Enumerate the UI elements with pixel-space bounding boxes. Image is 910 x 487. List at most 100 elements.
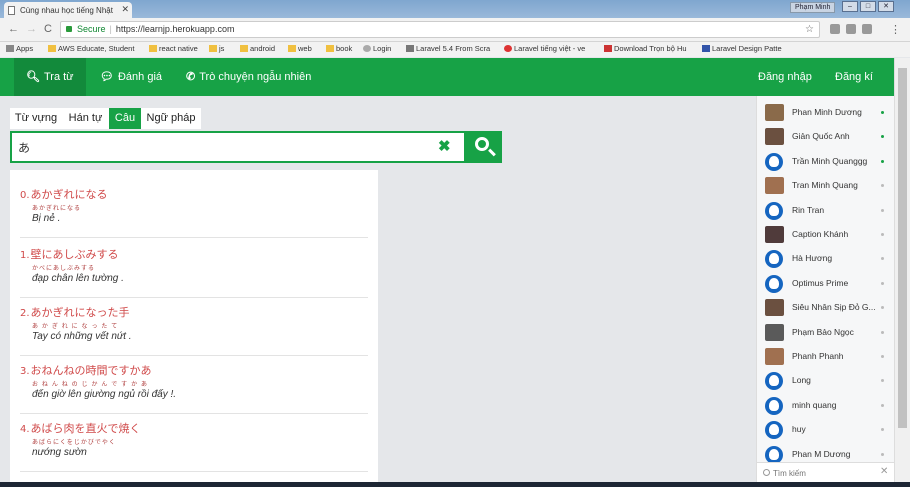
page-icon	[8, 6, 15, 15]
user-item[interactable]: Rin Tran	[757, 198, 894, 222]
avatar	[765, 421, 783, 440]
avatar	[765, 323, 784, 341]
tab-title: Cùng nhau học tiếng Nhật	[20, 6, 113, 15]
avatar	[765, 128, 784, 146]
star-icon[interactable]: ☆	[805, 22, 814, 37]
close-tab-icon[interactable]: ✕	[121, 4, 129, 15]
scrollbar-thumb[interactable]	[898, 68, 907, 428]
maximize-icon[interactable]: □	[860, 1, 876, 12]
avatar	[765, 445, 783, 464]
user-name: Phan M Dương	[792, 448, 851, 459]
tab-vocabulary[interactable]: Từ vựng	[10, 108, 62, 129]
user-item[interactable]: Optimus Prime	[757, 271, 894, 295]
list-item[interactable]: 3.おねんねの時間ですかあ お ね ん ね の じ か ん で す か あ đế…	[20, 362, 368, 414]
tab-sentence[interactable]: Câu	[109, 108, 141, 129]
title-bar: Cùng nhau học tiếng Nhật ✕ Phạm Minh – □…	[0, 0, 910, 18]
user-name: Siêu Nhân Sịp Đỏ G...	[792, 302, 876, 313]
search-input[interactable]	[18, 138, 418, 156]
bookmark-item[interactable]: web	[288, 44, 312, 53]
user-item[interactable]: minh quang	[757, 393, 894, 417]
user-name: huy	[792, 424, 806, 435]
bookmark-item[interactable]: Laravel 5.4 From Scra	[406, 44, 490, 53]
avatar	[765, 152, 783, 171]
list-item[interactable]: 4.あばら肉を直火で焼く あばらにくをじかびでやく nướng sườn	[20, 420, 368, 472]
nav-random-chat[interactable]: ✆ Trò chuyện ngẫu nhiên	[186, 58, 311, 96]
user-item[interactable]: Caption Khánh	[757, 222, 894, 246]
bookmark-item[interactable]: Download Trọn bộ Hu	[604, 44, 687, 53]
bookmark-item[interactable]: Apps	[6, 44, 33, 53]
login-link[interactable]: Đăng nhập	[758, 58, 812, 96]
nav-review[interactable]: 💬︎ Đánh giá	[100, 58, 162, 96]
user-name: Giản Quốc Anh	[792, 131, 850, 142]
avatar	[765, 372, 783, 391]
status-dot	[881, 379, 884, 383]
user-item[interactable]: Phan Minh Dương	[757, 100, 894, 124]
user-search-input[interactable]	[773, 467, 873, 479]
avatar	[765, 299, 784, 317]
menu-icon[interactable]: ⋮	[890, 23, 901, 36]
close-window-icon[interactable]: ✕	[878, 1, 894, 12]
bookmark-item[interactable]: js	[209, 44, 224, 53]
avatar	[765, 226, 784, 243]
list-item[interactable]: 1.壁にあしぶみする かべにあしぶみする đạp chân lên tường …	[20, 246, 368, 298]
clear-icon[interactable]: ✖	[438, 137, 451, 155]
search-icon: 🔍︎	[26, 71, 40, 83]
reload-icon[interactable]: C	[44, 23, 52, 35]
user-item[interactable]: Phạm Bảo Ngọc	[757, 320, 894, 344]
user-item[interactable]: Tran Minh Quang	[757, 173, 894, 197]
user-name: Optimus Prime	[792, 277, 849, 288]
list-item[interactable]: 0.あかぎれになる あかぎれになる Bị nẻ .	[20, 186, 368, 238]
lock-icon	[66, 26, 72, 32]
results-list: 0.あかぎれになる あかぎれになる Bị nẻ . 1.壁にあしぶみする かべに…	[10, 170, 378, 487]
user-item[interactable]: Siêu Nhân Sịp Đỏ G...	[757, 295, 894, 319]
search-button[interactable]	[466, 131, 502, 163]
profile-chip[interactable]: Phạm Minh	[790, 2, 836, 13]
minimize-icon[interactable]: –	[842, 1, 858, 12]
user-name: Rin Tran	[792, 204, 825, 215]
address-bar: ← → C Secure | https://learnjp.herokuapp.c…	[0, 18, 910, 42]
page-scrollbar[interactable]	[894, 58, 910, 487]
user-name: Trần Minh Quanggg	[792, 155, 868, 166]
bookmark-item[interactable]: react native	[149, 44, 198, 53]
user-item[interactable]: Hà Hương	[757, 246, 894, 270]
forward-icon[interactable]: →	[26, 23, 37, 35]
list-item[interactable]: 2.あかぎれになった手 あ か ぎ れ に な っ た て Tay có nhữ…	[20, 304, 368, 356]
back-icon[interactable]: ←	[8, 23, 19, 35]
url-field[interactable]: Secure | https://learnjp.herokuapp.com ☆	[60, 21, 820, 38]
user-name: Phạm Bảo Ngọc	[792, 326, 854, 337]
user-name: Phanh Phanh	[792, 351, 844, 361]
bookmark-item[interactable]: Laravel tiếng việt - ve	[504, 44, 585, 53]
tab-kanji[interactable]: Hán tự	[62, 108, 109, 129]
search-icon	[475, 137, 489, 151]
extension-icon[interactable]	[862, 24, 872, 34]
close-icon[interactable]: ✕	[880, 466, 888, 477]
status-dot	[881, 111, 884, 114]
status-dot	[881, 135, 884, 139]
bookmark-item[interactable]: Laravel Design Patte	[702, 44, 782, 53]
status-dot	[881, 257, 884, 261]
search-box: ✖	[10, 131, 466, 163]
bookmark-item[interactable]: book	[326, 44, 352, 53]
browser-tab[interactable]: Cùng nhau học tiếng Nhật ✕	[4, 2, 132, 18]
status-dot	[881, 208, 884, 212]
register-link[interactable]: Đăng kí	[835, 58, 873, 96]
user-name: Caption Khánh	[792, 229, 849, 239]
url-text: https://learnjp.herokuapp.com	[115, 24, 235, 34]
extension-icon[interactable]	[830, 24, 840, 34]
user-name: Long	[792, 375, 811, 386]
tab-grammar[interactable]: Ngữ pháp	[141, 108, 201, 129]
user-item[interactable]: huy	[757, 417, 894, 441]
status-dot	[881, 184, 884, 188]
user-item[interactable]: Giản Quốc Anh	[757, 124, 894, 148]
bookmark-item[interactable]: AWS Educate, Student	[48, 44, 134, 53]
user-item[interactable]: Long	[757, 368, 894, 392]
bookmark-item[interactable]: Login	[363, 44, 391, 53]
nav-search[interactable]: 🔍︎ Tra từ	[14, 58, 86, 96]
status-dot	[881, 233, 884, 236]
user-item[interactable]: Trần Minh Quanggg	[757, 149, 894, 173]
phone-icon: ✆	[186, 71, 196, 83]
bookmark-item[interactable]: android	[240, 44, 275, 53]
extension-icon[interactable]	[846, 24, 856, 34]
avatar	[765, 274, 783, 293]
user-item[interactable]: Phanh Phanh	[757, 344, 894, 368]
